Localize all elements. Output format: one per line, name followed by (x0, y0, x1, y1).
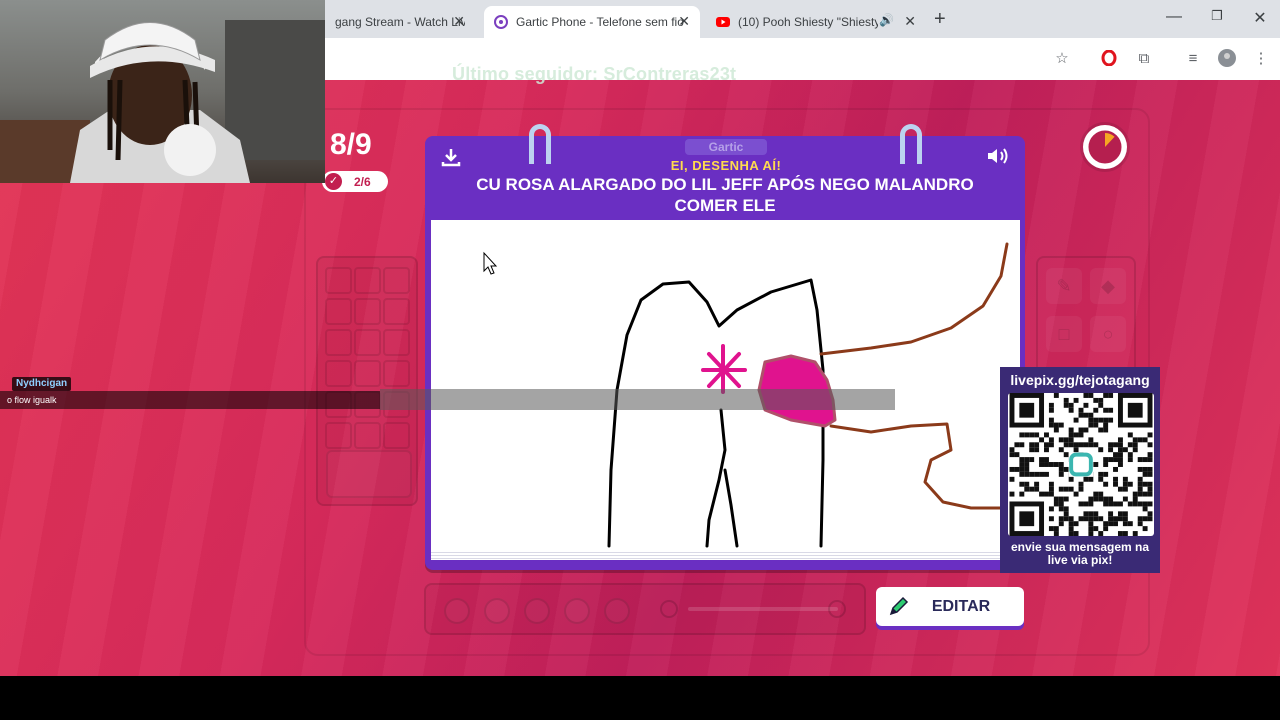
brush-size-option[interactable] (564, 598, 590, 624)
color-swatch[interactable] (325, 298, 352, 325)
color-swatch[interactable] (354, 422, 381, 449)
color-palette (316, 256, 418, 506)
chat-username: Nydhcigan (12, 377, 72, 391)
pencil-icon (889, 596, 909, 616)
edit-button[interactable]: EDITAR (876, 587, 1024, 626)
eraser-tool-icon[interactable]: ◆ (1090, 268, 1126, 304)
color-swatch[interactable] (354, 267, 381, 294)
last-follower-overlay: Último seguidor: SrContreras23t (452, 64, 737, 84)
tab-youtube[interactable]: (10) Pooh Shiesty "Shiesty S 🔊 ✕ (706, 6, 926, 38)
streamer-webcam-image (0, 20, 325, 183)
overlay-band (380, 389, 895, 410)
tab-stream[interactable]: gang Stream - Watch Live ✕ (325, 6, 475, 38)
color-swatch[interactable] (383, 298, 410, 325)
livepix-message: envie sua mensagem na live via pix! (1000, 541, 1160, 567)
taskbar-strip (0, 676, 1280, 720)
livepix-url: livepix.gg/tejotagang (1010, 372, 1150, 388)
minimize-icon[interactable]: — (1164, 8, 1184, 26)
opacity-slider-knob[interactable] (828, 600, 846, 618)
opera-icon[interactable] (1099, 48, 1119, 68)
tab-stream-title: gang Stream - Watch Live (335, 15, 465, 29)
profile-avatar[interactable] (1217, 48, 1237, 68)
new-tab-button[interactable]: + (934, 8, 946, 31)
livepix-message-line-2: live via pix! (1047, 553, 1113, 567)
edit-button-label: EDITAR (931, 597, 991, 615)
close-icon[interactable]: ✕ (904, 13, 916, 30)
color-swatch[interactable] (354, 329, 381, 356)
mouse-cursor-icon (483, 251, 498, 275)
prompt-header: EI, DESENHA AÍ! (670, 158, 782, 173)
drawing-canvas[interactable] (431, 220, 1020, 550)
pencil-tool-icon[interactable]: ✎ (1046, 268, 1082, 304)
color-swatch[interactable] (325, 267, 352, 294)
chat-message: o flow igualk (0, 391, 380, 409)
color-swatch[interactable] (383, 329, 410, 356)
close-window-icon[interactable]: ✕ (1250, 8, 1270, 28)
tab-gartic[interactable]: Gartic Phone - Telefone sem fio ✕ (484, 6, 700, 38)
drawing (483, 242, 1020, 548)
gartic-favicon-icon (494, 15, 508, 29)
color-swatch[interactable] (325, 360, 352, 387)
ellipse-tool-icon[interactable]: ○ (1090, 316, 1126, 352)
qr-code-image (1009, 393, 1153, 536)
color-swatch[interactable] (325, 329, 352, 356)
paper-stack (431, 550, 1020, 560)
prompt-text: CU ROSA ALARGADO DO LIL JEFF APÓS NEGO M… (430, 174, 1020, 216)
round-counter: 8/9 (330, 128, 372, 161)
progress-count: 2/6 (354, 174, 371, 189)
brush-size-option[interactable] (604, 598, 630, 624)
brush-size-option[interactable] (444, 598, 470, 624)
extensions-icon[interactable]: ⧉ (1134, 48, 1154, 68)
timer-icon (1085, 127, 1125, 167)
opacity-slider[interactable] (688, 607, 838, 611)
livepix-qr-overlay: livepix.gg/tejotagang envie sua mensagem… (1000, 367, 1160, 573)
color-swatch[interactable] (325, 422, 352, 449)
gartic-logo: Gartic (685, 139, 767, 155)
color-swatch[interactable] (383, 360, 410, 387)
prompt-line-2: COMER ELE (674, 196, 776, 215)
youtube-favicon-icon (716, 17, 730, 27)
color-swatch[interactable] (383, 267, 410, 294)
progress-pill: ✓ 2/6 (322, 171, 388, 192)
color-swatch[interactable] (354, 298, 381, 325)
color-swatch[interactable] (383, 422, 410, 449)
restore-icon[interactable]: ❐ (1207, 8, 1227, 24)
prompt-line-1: CU ROSA ALARGADO DO LIL JEFF APÓS NEGO M… (476, 175, 974, 194)
brush-size-option[interactable] (484, 598, 510, 624)
tab-youtube-title: (10) Pooh Shiesty "Shiesty S (738, 15, 878, 29)
custom-color-swatch[interactable] (326, 450, 412, 498)
color-swatch[interactable] (354, 360, 381, 387)
close-icon[interactable]: ✕ (678, 13, 690, 30)
tab-gartic-title: Gartic Phone - Telefone sem fio (516, 15, 684, 29)
bookmark-star-icon[interactable]: ☆ (1052, 48, 1072, 68)
opacity-min-knob[interactable] (660, 600, 678, 618)
close-icon[interactable]: ✕ (453, 13, 465, 30)
media-control-icon[interactable]: ≡ (1183, 48, 1203, 68)
check-icon: ✓ (325, 173, 342, 190)
qr-code (1008, 393, 1154, 536)
round-timer (1083, 125, 1127, 169)
speaker-icon[interactable]: 🔊 (879, 13, 894, 27)
brush-controls (424, 583, 866, 635)
brush-size-option[interactable] (524, 598, 550, 624)
webcam-overlay (0, 0, 325, 183)
rectangle-tool-icon[interactable]: □ (1046, 316, 1082, 352)
menu-icon[interactable]: ⋮ (1251, 48, 1271, 68)
